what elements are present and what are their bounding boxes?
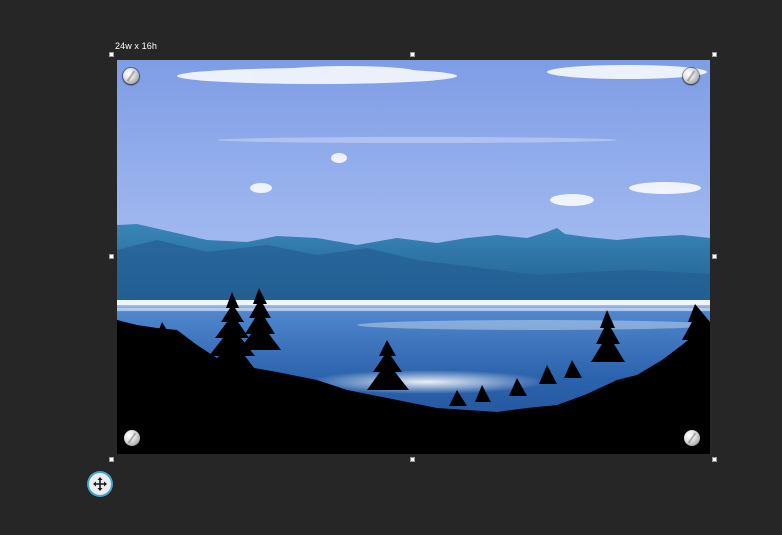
resize-handle-top-right[interactable] [712, 52, 717, 57]
horizon-glare [117, 300, 710, 305]
resize-handle-left[interactable] [109, 254, 114, 259]
resize-handle-top-left[interactable] [109, 52, 114, 57]
resize-handle-bottom-right[interactable] [712, 457, 717, 462]
standoff-screw-icon [124, 430, 140, 446]
resize-handle-top[interactable] [410, 52, 415, 57]
product-image[interactable] [117, 60, 710, 454]
move-arrows-icon [93, 477, 107, 491]
standoff-screw-icon [684, 430, 700, 446]
size-label: 24w x 16h [115, 41, 157, 51]
resize-handle-bottom-left[interactable] [109, 457, 114, 462]
editor-canvas: 24w x 16h [0, 0, 782, 535]
resize-handle-bottom[interactable] [410, 457, 415, 462]
standoff-screw-icon [123, 68, 139, 84]
photo-artwork [117, 60, 710, 454]
move-button[interactable] [89, 473, 111, 495]
resize-handle-right[interactable] [712, 254, 717, 259]
standoff-screw-icon [683, 68, 699, 84]
